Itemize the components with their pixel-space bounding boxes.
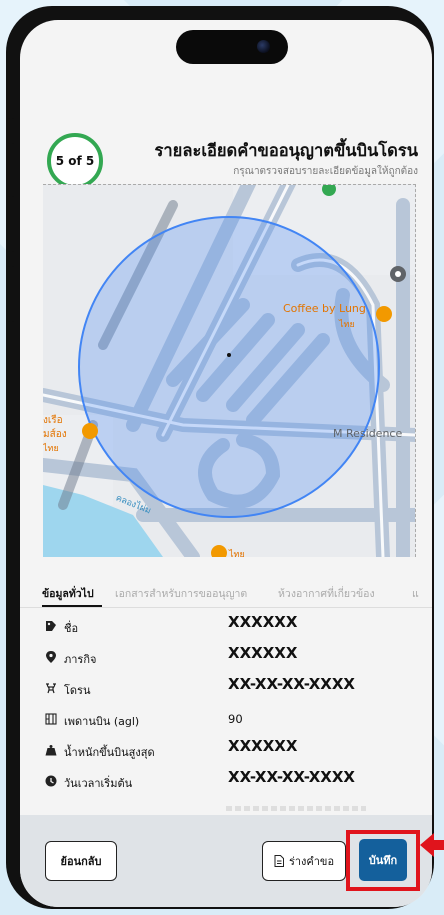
map-label-cafe-sub: ไทย bbox=[339, 320, 355, 330]
detail-row-max-weight: น้ำหนักขึ้นบินสูงสุด XXXXXX bbox=[20, 734, 432, 764]
drone-icon bbox=[46, 683, 56, 694]
action-bar: ย้อนกลับ ร่างคำขอ บันทึก bbox=[20, 815, 432, 907]
flight-radius-circle bbox=[78, 216, 380, 518]
map-label-left-place-sub: มส์อง bbox=[43, 429, 67, 440]
restaurant-marker bbox=[82, 423, 98, 439]
detail-value: XXXXXX bbox=[228, 737, 298, 755]
detail-value: XX-XX-XX-XXXX bbox=[228, 768, 355, 786]
active-tab-indicator bbox=[42, 605, 102, 607]
detail-value: XXXXXX bbox=[228, 613, 298, 631]
detail-label: วันเวลาเริ่มต้น bbox=[64, 777, 133, 790]
map-pin-icon bbox=[46, 651, 56, 663]
save-draft-button[interactable]: ร่างคำขอ bbox=[262, 841, 346, 881]
pointer-arrow-icon bbox=[420, 833, 444, 857]
weight-icon bbox=[45, 745, 57, 756]
map-label-left-place: งเรือ bbox=[43, 415, 63, 426]
document-icon bbox=[274, 855, 284, 867]
detail-label: น้ำหนักขึ้นบินสูงสุด bbox=[64, 746, 155, 759]
map-label-bottom-place: ไทย bbox=[229, 550, 245, 557]
detail-value: XXXXXX bbox=[228, 644, 298, 662]
scroll-overflow-hint bbox=[226, 806, 366, 811]
detail-tabs: ข้อมูลทั่วไป เอกสารสำหรับการขออนุญาต ห้ว… bbox=[20, 575, 432, 608]
detail-value: XX-XX-XX-XXXX bbox=[228, 675, 355, 693]
user-tag-icon bbox=[46, 621, 56, 631]
tab-related-airspace[interactable]: ห้วงอากาศที่เกี่ยวข้อง bbox=[278, 585, 375, 602]
map-label-left-place-sub2: ไทย bbox=[43, 444, 59, 454]
phone-side-button bbox=[8, 118, 14, 144]
map-label-cafe: Coffee by Lung bbox=[283, 302, 366, 315]
camera-icon bbox=[257, 40, 270, 53]
clock-icon bbox=[45, 775, 57, 787]
phone-side-button bbox=[8, 196, 14, 252]
tab-permit-documents[interactable]: เอกสารสำหรับการขออนุญาต bbox=[115, 585, 247, 602]
detail-label: ชื่อ bbox=[64, 622, 79, 635]
detail-label: โดรน bbox=[64, 684, 91, 697]
page-subtitle: กรุณาตรวจสอบรายละเอียดข้อมูลให้ถูกต้อง bbox=[233, 166, 418, 177]
detail-row-altitude: เพดานบิน (agl) 90 bbox=[20, 703, 432, 733]
detail-value: 90 bbox=[228, 712, 243, 726]
dynamic-island bbox=[176, 30, 288, 64]
tab-more[interactable]: แ bbox=[412, 585, 419, 602]
save-button[interactable]: บันทึก bbox=[359, 839, 407, 881]
drone-position-dot bbox=[227, 353, 231, 357]
phone-frame: 5 of 5 รายละเอียดคำขออนุญาตขึ้นบินโดรน ก… bbox=[6, 6, 434, 909]
page-title: รายละเอียดคำขออนุญาตขึ้นบินโดรน bbox=[154, 141, 418, 160]
app-screen: 5 of 5 รายละเอียดคำขออนุญาตขึ้นบินโดรน ก… bbox=[20, 20, 432, 907]
altitude-icon bbox=[45, 713, 57, 725]
detail-row-drone: โดรน XX-XX-XX-XXXX bbox=[20, 672, 432, 702]
step-indicator: 5 of 5 bbox=[47, 133, 103, 189]
map-graphic bbox=[43, 185, 415, 557]
restaurant-marker bbox=[376, 306, 392, 322]
phone-side-button bbox=[8, 266, 14, 322]
save-draft-label: ร่างคำขอ bbox=[288, 855, 335, 868]
back-button[interactable]: ย้อนกลับ bbox=[45, 841, 117, 881]
detail-label: ภารกิจ bbox=[64, 653, 97, 666]
detail-row-mission: ภารกิจ XXXXXX bbox=[20, 641, 432, 671]
flight-area-map[interactable]: Coffee by Lung ไทย M Residence งเรือ มส์… bbox=[43, 184, 416, 557]
page-header: 5 of 5 รายละเอียดคำขออนุญาตขึ้นบินโดรน ก… bbox=[20, 116, 432, 189]
map-label-residence: M Residence bbox=[333, 427, 403, 440]
detail-label: เพดานบิน (agl) bbox=[64, 715, 140, 728]
detail-row-name: ชื่อ XXXXXX bbox=[20, 610, 432, 640]
detail-row-start-time: วันเวลาเริ่มต้น XX-XX-XX-XXXX bbox=[20, 765, 432, 795]
tab-general-info[interactable]: ข้อมูลทั่วไป bbox=[42, 585, 94, 602]
